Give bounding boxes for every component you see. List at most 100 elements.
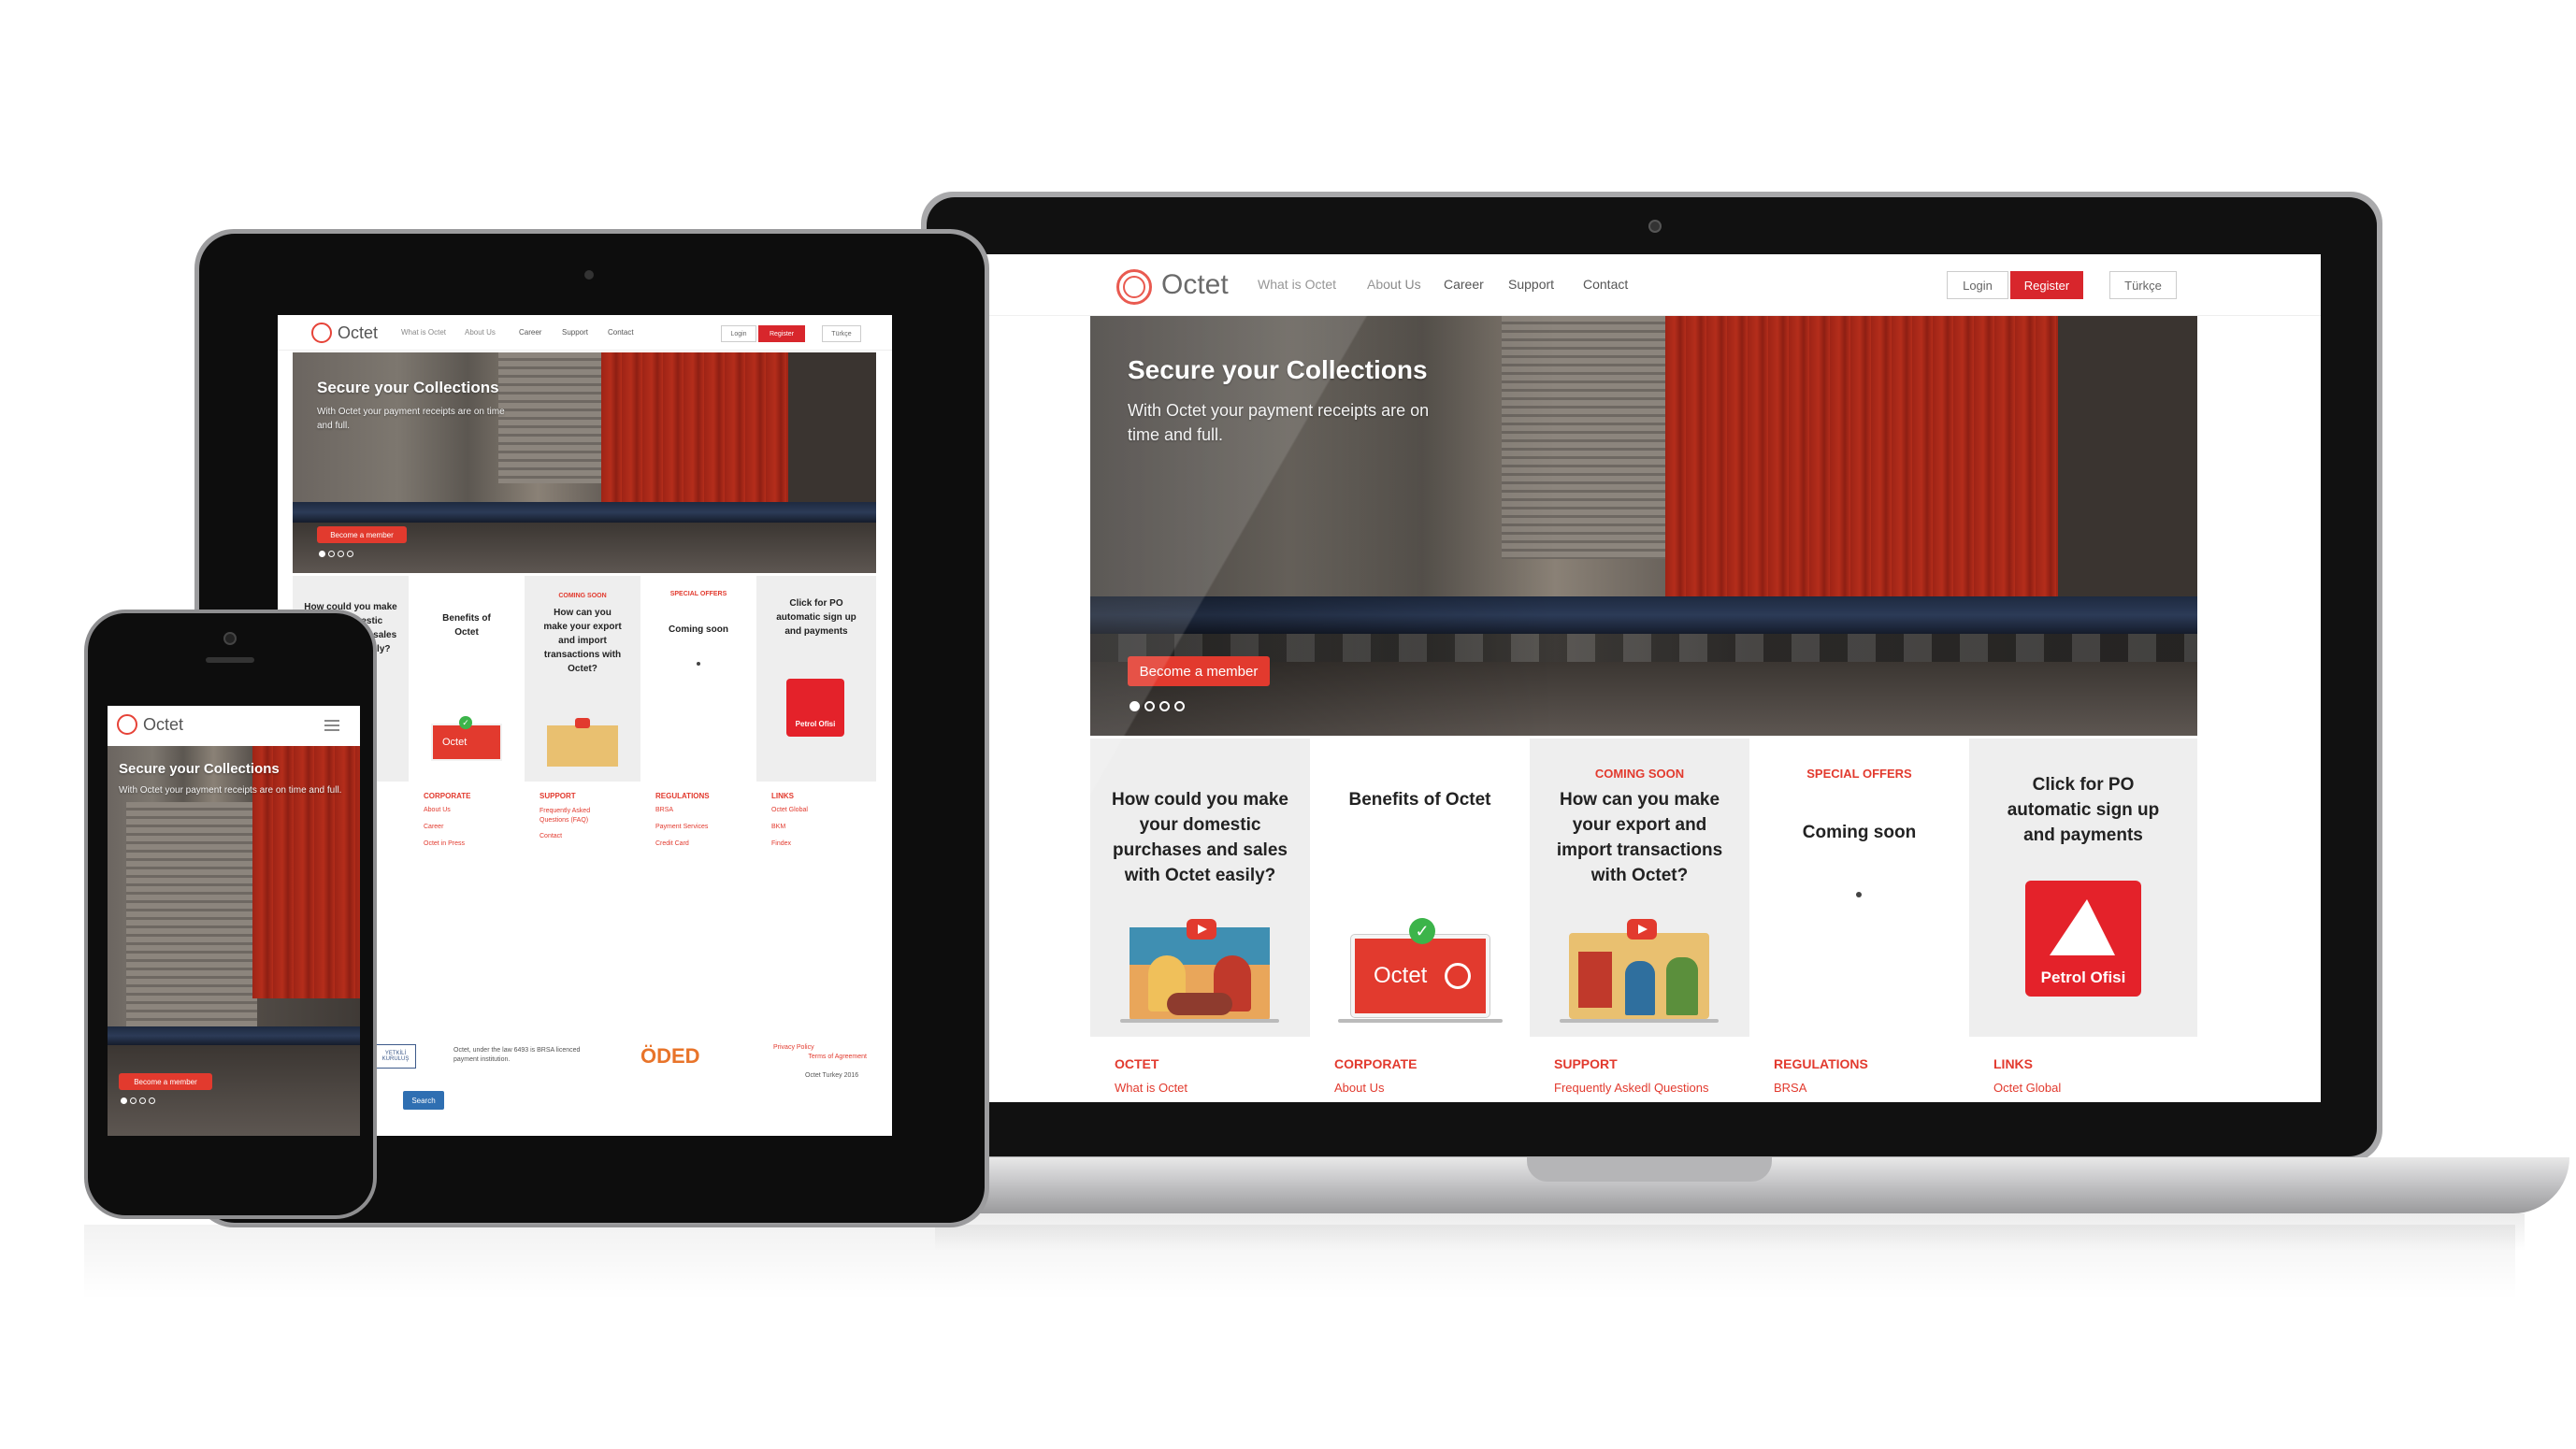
slide-dot-2[interactable]: [328, 551, 335, 557]
footer-heading-support: SUPPORT: [1554, 1056, 1618, 1071]
slide-dot-3[interactable]: [139, 1098, 146, 1104]
footer-heading-octet: OCTET: [1115, 1056, 1159, 1071]
octet-laptop-illustration: Octet: [431, 724, 502, 761]
oded-logo[interactable]: ÖDED: [640, 1044, 700, 1069]
play-icon[interactable]: [575, 718, 590, 728]
footer-link-about-us[interactable]: About Us: [1334, 1081, 1384, 1095]
hero-subtitle: With Octet your payment receipts are on …: [119, 785, 342, 796]
card-export-import[interactable]: COMING SOON How can you make your export…: [525, 576, 640, 782]
octet-logo[interactable]: Octet: [311, 322, 396, 344]
card-special-title: Coming soon: [1802, 823, 1917, 842]
become-member-button[interactable]: Become a member: [317, 526, 407, 543]
card-petrol-ofisi[interactable]: Click for PO automatic sign up and payme…: [756, 576, 876, 782]
nav-item-support[interactable]: Support: [562, 328, 588, 337]
play-icon[interactable]: [1627, 919, 1657, 940]
card-benefits-title: Benefits of Octet: [1348, 790, 1491, 810]
privacy-link[interactable]: Privacy Policy: [773, 1044, 814, 1051]
checkmark-icon: ✓: [459, 716, 472, 729]
play-icon[interactable]: [1187, 919, 1216, 940]
nav-item-what-is-octet[interactable]: What is Octet: [1258, 277, 1336, 292]
hero-banner: Secure your Collections With Octet your …: [293, 352, 876, 573]
phone-screen: Octet Secure your Collections With Octet…: [108, 706, 360, 1136]
video-illustration: [1130, 927, 1270, 1021]
slide-dot-3[interactable]: [1159, 701, 1170, 711]
nav-item-contact[interactable]: Contact: [608, 328, 634, 337]
nav-item-career[interactable]: Career: [519, 328, 541, 337]
slide-dot-2[interactable]: [130, 1098, 137, 1104]
terms-link[interactable]: Terms of Agreement: [783, 1054, 867, 1060]
login-button[interactable]: Login: [1947, 271, 2008, 299]
search-button[interactable]: Search: [403, 1091, 444, 1110]
hamburger-menu-icon[interactable]: [324, 720, 339, 731]
slide-dot-1[interactable]: [319, 551, 325, 557]
hero-title: Secure your Collections: [1128, 355, 1428, 384]
petrol-ofisi-text: Petrol Ofisi: [2040, 968, 2126, 986]
footer-link-what-is-octet[interactable]: What is Octet: [1115, 1081, 1187, 1095]
card-special-offers[interactable]: SPECIAL OFFERS Coming soon: [1749, 739, 1969, 1037]
card-domestic[interactable]: How could you make your domestic purchas…: [1090, 739, 1310, 1037]
phone-header: Octet: [108, 706, 360, 743]
yetkili-badge: YETKİLİ KURULUŞ: [375, 1044, 416, 1069]
footer-link-brsa[interactable]: BRSA: [1774, 1081, 1806, 1095]
checkmark-icon: ✓: [1409, 918, 1435, 944]
bullet-dot: [1856, 892, 1862, 897]
octet-logo-icon: [117, 714, 137, 735]
laptop-screen: Octet What is Octet About Us Career Supp…: [974, 254, 2321, 1102]
hero-title: Secure your Collections: [119, 761, 280, 777]
copyright: Octet Turkey 2016: [805, 1072, 859, 1079]
card-export-title: How can you make your export and import …: [1556, 790, 1723, 885]
octet-logo[interactable]: Octet: [1116, 267, 1266, 305]
footer-heading-corporate: CORPORATE: [1334, 1056, 1418, 1071]
nav-item-what-is-octet[interactable]: What is Octet: [401, 328, 446, 337]
octet-laptop-illustration: Octet: [1351, 935, 1489, 1017]
become-member-button[interactable]: Become a member: [1128, 656, 1270, 686]
slide-dot-4[interactable]: [149, 1098, 155, 1104]
slide-dot-4[interactable]: [347, 551, 353, 557]
nav-item-contact[interactable]: Contact: [1583, 277, 1628, 292]
slide-dot-4[interactable]: [1174, 701, 1185, 711]
nav-item-about-us[interactable]: About Us: [465, 328, 496, 337]
octet-logo[interactable]: Octet: [117, 713, 201, 736]
register-button[interactable]: Register: [758, 325, 805, 342]
slide-dot-1[interactable]: [1130, 701, 1140, 711]
card-po-title: Click for PO automatic sign up and payme…: [2007, 775, 2160, 845]
footer-link-faq[interactable]: Frequently Askedl Questions: [1554, 1081, 1708, 1095]
hero-banner: Secure your Collections With Octet your …: [1090, 316, 2197, 736]
become-member-button[interactable]: Become a member: [119, 1073, 212, 1090]
card-special-tag: SPECIAL OFFERS: [1806, 767, 1912, 781]
slide-dot-2[interactable]: [1144, 701, 1155, 711]
export-illustration: [547, 725, 618, 767]
card-petrol-ofisi[interactable]: Click for PO automatic sign up and payme…: [1969, 739, 2197, 1037]
slide-dot-1[interactable]: [121, 1098, 127, 1104]
slide-dot-3[interactable]: [338, 551, 344, 557]
wolf-icon: [2050, 899, 2115, 955]
nav-item-career[interactable]: Career: [1444, 277, 1484, 292]
language-button[interactable]: Türkçe: [822, 325, 861, 342]
floor-reflection: [84, 1225, 2515, 1299]
octet-logo-text: Octet: [1161, 269, 1229, 300]
hero-title: Secure your Collections: [317, 379, 499, 396]
register-button[interactable]: Register: [2010, 271, 2083, 299]
card-special-offers[interactable]: SPECIAL OFFERS Coming soon: [640, 576, 756, 782]
footer-heading-links: LINKS: [1993, 1056, 2033, 1071]
card-export-import[interactable]: COMING SOON How can you make your export…: [1530, 739, 1749, 1037]
footer-link-octet-global[interactable]: Octet Global: [1993, 1081, 2061, 1095]
language-button[interactable]: Türkçe: [2109, 271, 2177, 299]
login-button[interactable]: Login: [721, 325, 756, 342]
legal-text: Octet, under the law 6493 is BRSA licenc…: [453, 1047, 581, 1063]
hero-subtitle: With Octet your payment receipts are on …: [1128, 401, 1430, 444]
petrol-ofisi-logo[interactable]: Petrol Ofisi: [2025, 881, 2141, 997]
hero-banner: Secure your Collections With Octet your …: [108, 746, 360, 1136]
footer-heading-regulations: REGULATIONS: [1774, 1056, 1868, 1071]
footer: OCTET What is Octet CORPORATE About Us S…: [1090, 1040, 2197, 1102]
phone-speaker: [206, 657, 254, 663]
nav-item-about-us[interactable]: About Us: [1367, 277, 1421, 292]
site-header: Octet What is Octet About Us Career Supp…: [974, 254, 2321, 316]
tablet-header: Octet What is Octet About Us Career Supp…: [278, 315, 892, 351]
nav-item-support[interactable]: Support: [1508, 277, 1554, 292]
card-benefits[interactable]: Benefits of Octet Octet ✓: [1310, 739, 1530, 1037]
petrol-ofisi-logo[interactable]: Petrol Ofisi: [786, 679, 844, 737]
hero-subtitle: With Octet your payment receipts are on …: [317, 407, 505, 431]
card-benefits[interactable]: Benefits of Octet Octet ✓: [409, 576, 525, 782]
laptop-camera: [1648, 220, 1662, 233]
